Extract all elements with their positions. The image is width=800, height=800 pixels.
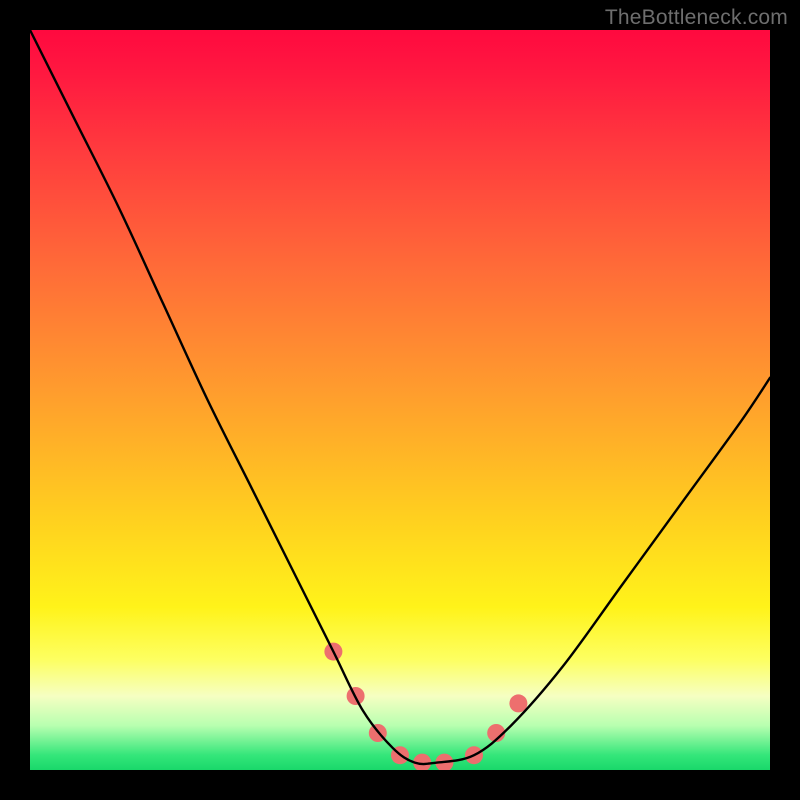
curve-layer	[30, 30, 770, 770]
marker-dot	[324, 643, 342, 661]
marker-dot	[435, 754, 453, 770]
marker-dot	[465, 746, 483, 764]
watermark-text: TheBottleneck.com	[605, 6, 788, 30]
bottleneck-curve	[30, 30, 770, 764]
marker-dot	[391, 746, 409, 764]
marker-dot	[369, 724, 387, 742]
plot-area	[30, 30, 770, 770]
marker-dot	[413, 754, 431, 770]
chart-frame: TheBottleneck.com	[0, 0, 800, 800]
marker-dot	[487, 724, 505, 742]
marker-dot	[347, 687, 365, 705]
marker-group	[324, 643, 527, 770]
marker-dot	[509, 694, 527, 712]
